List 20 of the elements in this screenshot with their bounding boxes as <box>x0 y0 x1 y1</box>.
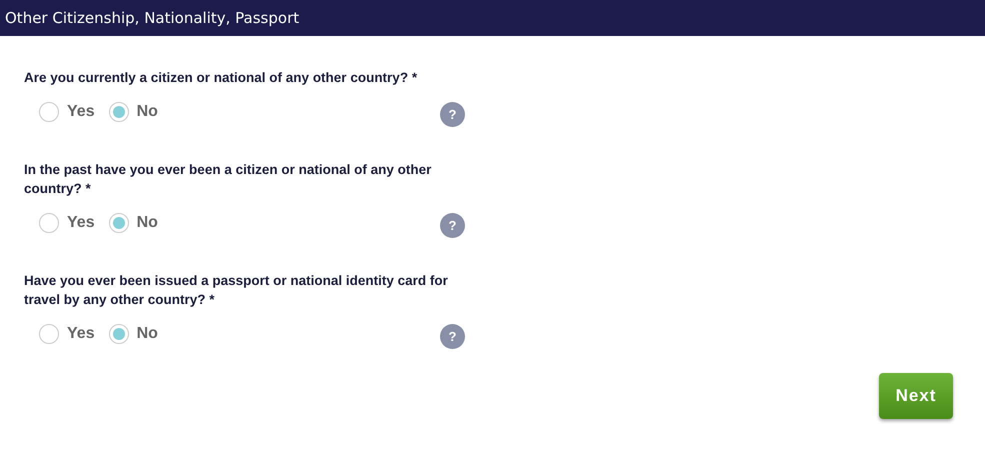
question-text: Are you currently a citizen or national of any other country? * <box>24 69 418 87</box>
question-text: Have you ever been issued a passport or national identity card for travel by any other country? * <box>24 272 449 309</box>
radio-button[interactable] <box>108 212 129 232</box>
option-label[interactable]: No <box>136 210 158 234</box>
radio-button[interactable] <box>108 324 129 344</box>
question-text: In the past have you ever been a citizen or national of any other country? * <box>24 161 432 198</box>
help-button[interactable]: ? <box>440 102 465 127</box>
option-label[interactable]: Yes <box>67 210 95 234</box>
radio-button[interactable] <box>108 102 129 122</box>
page-title: Other Citizenship, Nationality, Passport <box>5 8 300 29</box>
help-button[interactable]: ? <box>440 324 465 349</box>
next-button[interactable]: Next <box>879 373 953 419</box>
option-label[interactable]: No <box>136 322 158 346</box>
option-label[interactable]: Yes <box>67 100 95 124</box>
help-button[interactable]: ? <box>440 213 465 238</box>
radio-button[interactable] <box>39 324 59 344</box>
option-label[interactable]: No <box>136 100 158 124</box>
radio-button[interactable] <box>39 102 59 122</box>
radio-button[interactable] <box>39 212 59 232</box>
option-label[interactable]: Yes <box>67 322 95 346</box>
